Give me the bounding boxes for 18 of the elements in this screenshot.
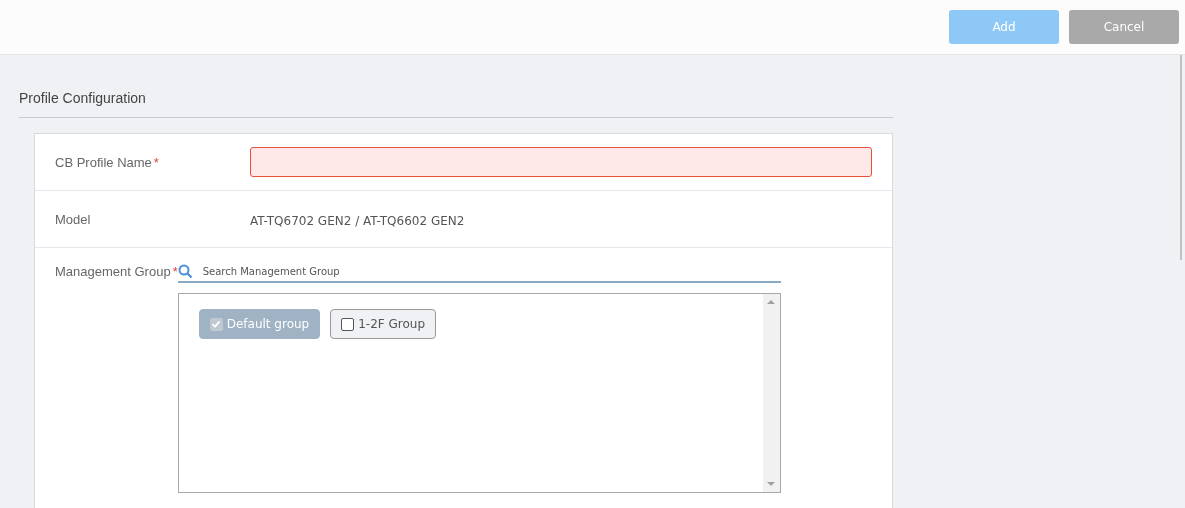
search-icon [177,264,193,279]
group-chip[interactable]: Default group [198,309,321,339]
page-scrollbar[interactable] [1180,55,1182,260]
checkbox[interactable] [341,317,355,331]
field-label: Model [55,211,91,227]
required-mark: * [172,264,178,279]
model-value: AT-TQ6702 GEN2 / AT-TQ6602 GEN2 [250,213,465,228]
group-chip[interactable]: 1-2F Group [330,309,437,339]
section-title: Profile Configuration [19,55,893,118]
search-field[interactable]: Search Management Group [200,265,781,278]
profile-name-field[interactable] [250,147,872,177]
scrollbar[interactable] [762,294,780,492]
toolbar-button[interactable]: Cancel [1069,10,1179,44]
required-mark: * [153,154,159,170]
scroll-down-icon[interactable] [767,481,776,487]
field-label: CB Profile Name [55,154,152,170]
scroll-up-icon[interactable] [767,299,776,305]
field-label: Management Group [55,264,171,279]
